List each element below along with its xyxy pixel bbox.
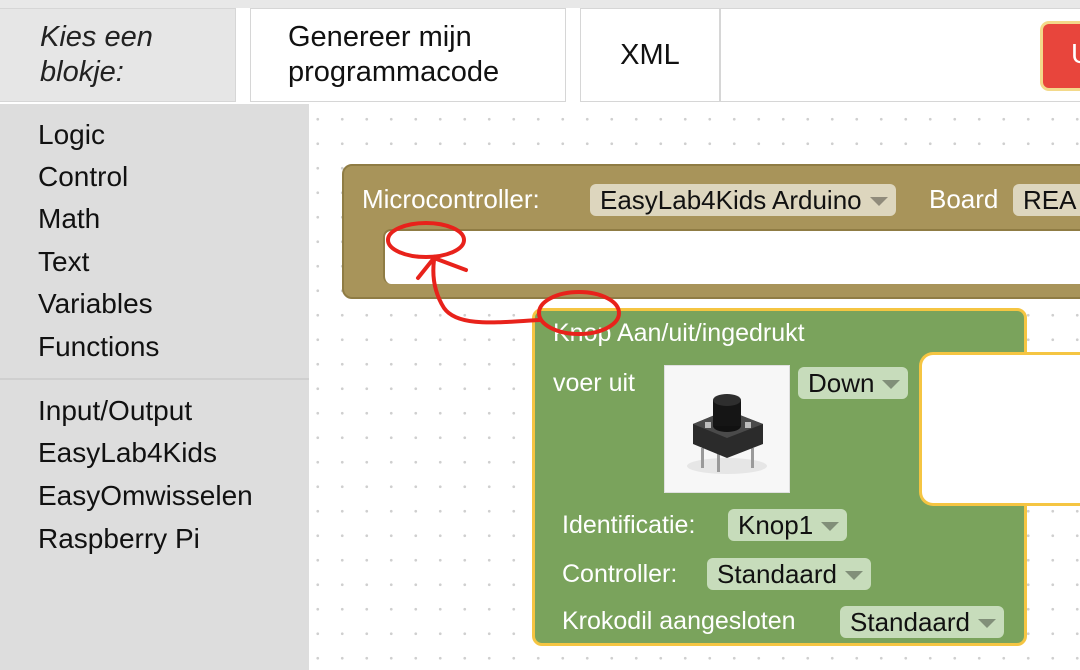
category-control[interactable]: Control — [38, 160, 128, 194]
tab-bar-filler — [720, 8, 1080, 102]
microcontroller-label: Microcontroller: — [362, 184, 540, 214]
pushbutton-icon — [687, 394, 767, 474]
chevron-down-icon — [821, 522, 840, 531]
button-state-value: Down — [808, 368, 875, 398]
identification-dropdown[interactable]: Knop1 — [728, 509, 848, 541]
crocodile-dropdown[interactable]: Standaard — [840, 606, 1004, 638]
button-block-title: Knop Aan/uit/ingedrukt — [553, 319, 805, 347]
crocodile-label: Krokodil aangesloten — [562, 607, 796, 635]
tab-choose-block-label: Kies een blokje: — [40, 21, 153, 88]
pushbutton-image — [664, 365, 790, 493]
microcontroller-statement-slot — [383, 229, 1080, 284]
board-type-value: EasyLab4Kids Arduino — [600, 185, 862, 215]
board-value: REA — [1023, 185, 1077, 215]
identification-label: Identificatie: — [562, 511, 696, 539]
category-math[interactable]: Math — [38, 202, 100, 236]
button-state-dropdown[interactable]: Down — [798, 367, 909, 399]
category-input-output[interactable]: Input/Output — [38, 394, 192, 428]
board-dropdown[interactable]: REA — [1013, 184, 1080, 216]
tab-xml[interactable]: XML — [580, 8, 720, 102]
category-functions[interactable]: Functions — [38, 330, 159, 364]
upload-button-label: U — [1071, 38, 1080, 70]
category-raspberry-pi[interactable]: Raspberry Pi — [38, 522, 200, 556]
do-label: voer uit — [553, 369, 635, 397]
category-text[interactable]: Text — [38, 245, 89, 279]
category-easylab4kids[interactable]: EasyLab4Kids — [38, 436, 217, 470]
chevron-down-icon — [869, 197, 888, 206]
category-variables[interactable]: Variables — [38, 287, 153, 321]
tab-generate-code[interactable]: Genereer mijn programmacode — [250, 8, 566, 102]
chevron-down-icon — [882, 380, 901, 389]
button-block-statement-slot — [919, 352, 1080, 506]
identification-value: Knop1 — [738, 510, 814, 540]
chevron-down-icon — [977, 619, 996, 628]
category-easyomwisselen[interactable]: EasyOmwisselen — [38, 479, 253, 513]
top-tab-bar: Kies een blokje: Genereer mijn programma… — [0, 0, 1080, 104]
toolbox: Logic Control Math Text Variables Functi… — [0, 104, 309, 670]
top-divider — [0, 0, 1080, 8]
crocodile-value: Standaard — [850, 607, 970, 637]
toolbox-separator — [0, 378, 309, 380]
blockly-workspace[interactable]: Microcontroller: EasyLab4Kids Arduino Bo… — [309, 104, 1080, 670]
board-type-dropdown[interactable]: EasyLab4Kids Arduino — [590, 184, 896, 216]
controller-label: Controller: — [562, 560, 678, 588]
tab-generate-code-label: Genereer mijn programmacode — [288, 21, 500, 88]
tab-xml-label: XML — [620, 38, 680, 71]
controller-value: Standaard — [717, 559, 837, 589]
upload-button[interactable]: U — [1043, 24, 1080, 88]
chevron-down-icon — [844, 571, 863, 580]
controller-dropdown[interactable]: Standaard — [707, 558, 871, 590]
board-label: Board — [929, 184, 999, 214]
tab-choose-block[interactable]: Kies een blokje: — [0, 8, 236, 102]
category-logic[interactable]: Logic — [38, 118, 105, 152]
